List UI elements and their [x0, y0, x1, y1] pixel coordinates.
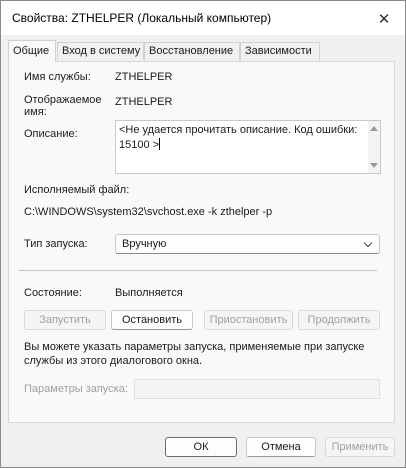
- status-label: Состояние:: [24, 287, 82, 299]
- general-panel: Имя службы: ZTHELPER Отображаемое имя: Z…: [8, 61, 395, 423]
- tab-logon[interactable]: Вход в систему: [57, 42, 144, 60]
- properties-dialog: Свойства: ZTHELPER (Локальный компьютер)…: [0, 0, 406, 468]
- tab-dependencies[interactable]: Зависимости: [240, 42, 320, 60]
- service-name-label: Имя службы:: [24, 71, 91, 83]
- apply-button[interactable]: Применить: [325, 437, 395, 457]
- chevron-down-icon: [363, 238, 373, 248]
- text-caret: [159, 138, 161, 150]
- display-name-label-line1: Отображаемое: [24, 94, 102, 106]
- tab-general[interactable]: Общие: [8, 40, 56, 62]
- service-name-value: ZTHELPER: [115, 71, 173, 83]
- pause-button[interactable]: Приостановить: [204, 310, 293, 330]
- scroll-down-icon[interactable]: [370, 163, 378, 168]
- executable-path: C:\WINDOWS\system32\svchost.exe -k zthel…: [24, 206, 273, 218]
- startup-type-select[interactable]: Вручную: [115, 234, 380, 254]
- status-value: Выполняется: [115, 287, 183, 299]
- display-name-value: ZTHELPER: [115, 96, 173, 108]
- display-name-label-line2: имя:: [24, 106, 47, 118]
- description-textarea[interactable]: <Не удается прочитать описание. Код ошиб…: [115, 120, 381, 174]
- divider: [19, 270, 377, 271]
- resume-button[interactable]: Продолжить: [298, 310, 380, 330]
- title-bar[interactable]: Свойства: ZTHELPER (Локальный компьютер)…: [1, 1, 405, 35]
- hint-line2: службы из этого диалогового окна.: [24, 355, 203, 367]
- cancel-button[interactable]: Отмена: [246, 437, 316, 457]
- executable-label: Исполняемый файл:: [24, 184, 130, 196]
- startup-type-label: Тип запуска:: [24, 238, 88, 250]
- hint-line1: Вы можете указать параметры запуска, при…: [24, 341, 365, 353]
- startup-type-value: Вручную: [122, 238, 167, 250]
- start-params-input[interactable]: [134, 379, 380, 399]
- description-scrollbar[interactable]: [368, 121, 380, 173]
- start-params-label: Параметры запуска:: [24, 383, 128, 395]
- stop-button[interactable]: Остановить: [111, 310, 193, 330]
- start-button[interactable]: Запустить: [24, 310, 106, 330]
- description-label: Описание:: [24, 128, 78, 140]
- tab-recovery[interactable]: Восстановление: [144, 42, 240, 60]
- scroll-up-icon[interactable]: [370, 126, 378, 131]
- description-text: <Не удается прочитать описание. Код ошиб…: [119, 124, 358, 151]
- window-title: Свойства: ZTHELPER (Локальный компьютер): [12, 11, 272, 25]
- close-icon[interactable]: ✕: [369, 7, 399, 31]
- ok-button[interactable]: ОК: [165, 437, 237, 457]
